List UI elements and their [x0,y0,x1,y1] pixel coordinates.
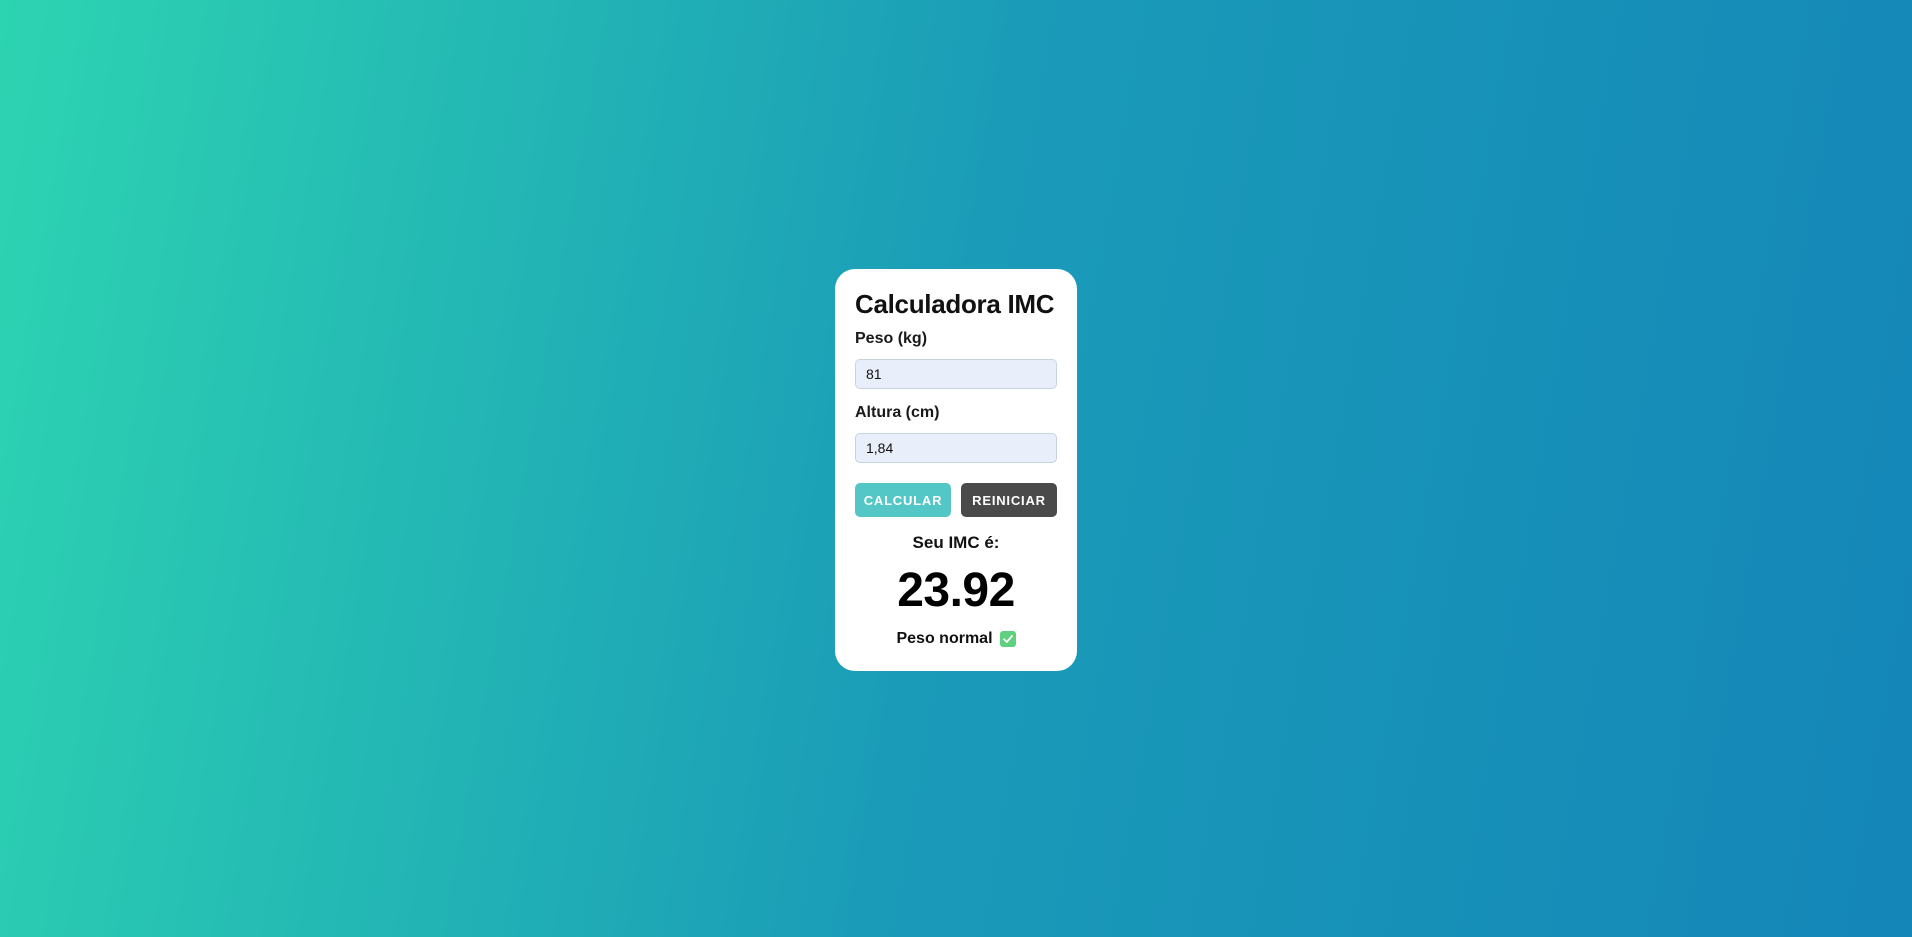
bmi-calculator-card: Calculadora IMC Peso (kg) Altura (cm) CA… [835,269,1077,671]
height-input[interactable] [855,433,1057,463]
calculate-button[interactable]: CALCULAR [855,483,951,517]
weight-input[interactable] [855,359,1057,389]
page-title: Calculadora IMC [855,289,1055,319]
weight-label: Peso (kg) [855,330,928,347]
button-row: CALCULAR REINICIAR [855,483,1057,517]
check-mark-icon [999,631,1016,647]
status-row: Peso normal [855,629,1057,649]
height-label: Altura (cm) [855,404,940,421]
bmi-value: 23.92 [897,564,1015,617]
status-text: Peso normal [896,630,993,647]
result-label: Seu IMC é: [912,533,1000,552]
reset-button[interactable]: REINICIAR [961,483,1057,517]
